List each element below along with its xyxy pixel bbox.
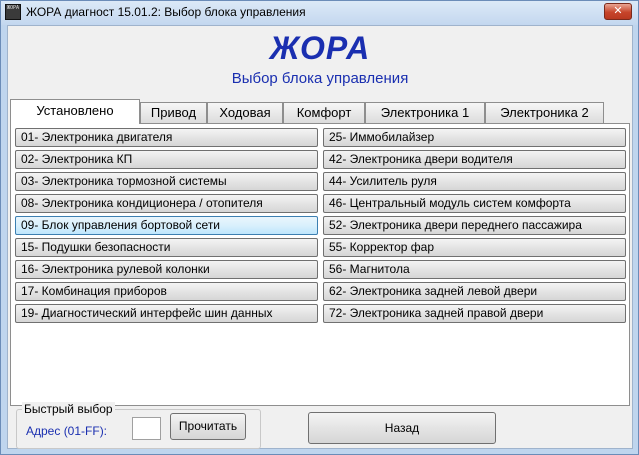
window-title: ЖОРА диагност 15.01.2: Выбор блока управ… [26, 5, 306, 19]
module-button-52[interactable]: 52- Электроника двери переднего пассажир… [323, 216, 626, 235]
back-button[interactable]: Назад [308, 412, 496, 444]
app-icon: ЖОРА [5, 4, 21, 20]
close-icon: ✕ [613, 5, 623, 17]
read-button[interactable]: Прочитать [170, 413, 246, 440]
close-button[interactable]: ✕ [604, 3, 632, 20]
module-button-08[interactable]: 08- Электроника кондиционера / отопителя [15, 194, 318, 213]
page-subtitle: Выбор блока управления [231, 70, 409, 87]
module-button-17[interactable]: 17- Комбинация приборов [15, 282, 318, 301]
module-button-72[interactable]: 72- Электроника задней правой двери [323, 304, 626, 323]
tab-comfort[interactable]: Комфорт [283, 102, 365, 123]
tab-installed[interactable]: Установлено [10, 99, 140, 124]
address-label: Адрес (01-FF): [26, 424, 108, 438]
module-button-02[interactable]: 02- Электроника КП [15, 150, 318, 169]
module-button-15[interactable]: 15- Подушки безопасности [15, 238, 318, 257]
module-button-42[interactable]: 42- Электроника двери водителя [323, 150, 626, 169]
module-button-55[interactable]: 55- Корректор фар [323, 238, 626, 257]
quick-select-label: Быстрый выбор [22, 402, 115, 416]
tab-chassis[interactable]: Ходовая [207, 102, 283, 123]
module-button-03[interactable]: 03- Электроника тормозной системы [15, 172, 318, 191]
module-button-19[interactable]: 19- Диагностический интерфейс шин данных [15, 304, 318, 323]
module-button-25[interactable]: 25- Иммобилайзер [323, 128, 626, 147]
modules-panel: 01- Электроника двигателя 02- Электроник… [10, 123, 630, 406]
module-button-16[interactable]: 16- Электроника рулевой колонки [15, 260, 318, 279]
quick-select-group: Быстрый выбор Адрес (01-FF): Прочитать [16, 402, 261, 449]
tab-electronics-1[interactable]: Электроника 1 [365, 102, 485, 123]
module-button-46[interactable]: 46- Центральный модуль систем комфорта [323, 194, 626, 213]
title-bar[interactable]: ЖОРА ЖОРА диагност 15.01.2: Выбор блока … [1, 1, 638, 25]
module-button-44[interactable]: 44- Усилитель руля [323, 172, 626, 191]
address-input[interactable] [132, 417, 161, 440]
client-area: ЖОРА Выбор блока управления Установлено … [7, 25, 633, 449]
tab-drive[interactable]: Привод [140, 102, 207, 123]
tab-electronics-2[interactable]: Электроника 2 [485, 102, 604, 123]
tab-strip: Установлено Привод Ходовая Комфорт Элект… [10, 99, 630, 124]
brand-title: ЖОРА [269, 30, 371, 66]
app-window: ЖОРА ЖОРА диагност 15.01.2: Выбор блока … [0, 0, 639, 455]
module-button-01[interactable]: 01- Электроника двигателя [15, 128, 318, 147]
module-button-56[interactable]: 56- Магнитола [323, 260, 626, 279]
module-button-09[interactable]: 09- Блок управления бортовой сети [15, 216, 318, 235]
module-button-62[interactable]: 62- Электроника задней левой двери [323, 282, 626, 301]
